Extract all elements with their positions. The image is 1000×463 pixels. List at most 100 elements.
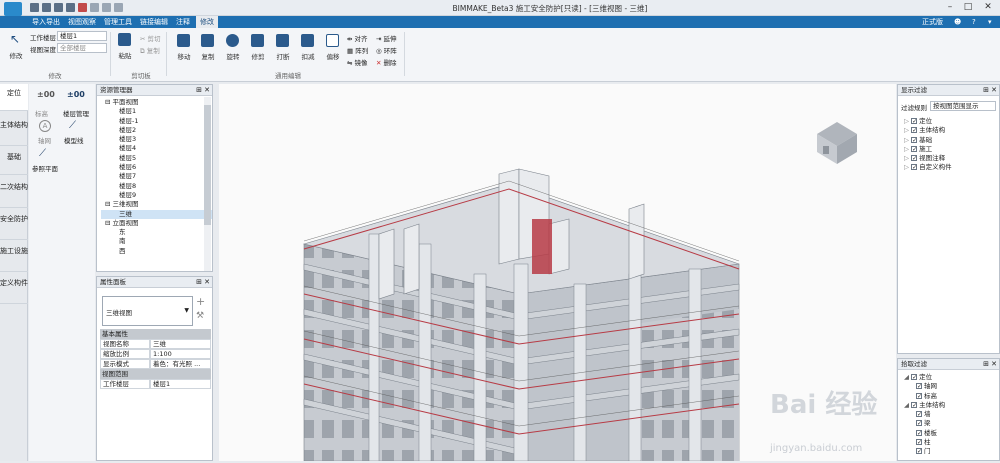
property-value[interactable]: 1:100 — [150, 349, 211, 359]
checkbox[interactable]: ✓ — [916, 439, 922, 446]
align-button[interactable]: ⇹ 对齐 — [347, 33, 368, 43]
tree-item[interactable]: 楼层-1 — [101, 117, 212, 126]
tree-item[interactable]: 西 — [101, 247, 212, 256]
checkbox[interactable]: ✓ — [911, 374, 917, 381]
expand-icon[interactable]: ▷ — [904, 145, 911, 153]
collapse-icon[interactable]: ⊟ — [105, 200, 113, 208]
level-icon[interactable]: ±00 — [37, 90, 55, 99]
undo-icon[interactable] — [90, 3, 99, 12]
app-logo-icon[interactable] — [4, 2, 22, 16]
tab-main-structure[interactable]: 主体结构 — [0, 116, 28, 146]
work-level-select[interactable]: 楼层1 — [57, 31, 107, 41]
close-icon[interactable]: ✕ — [204, 85, 210, 96]
tree-item[interactable]: 楼层3 — [101, 135, 212, 144]
expand-icon[interactable]: ◢ — [904, 373, 911, 381]
type-selector[interactable]: 三维视图 ▼ — [102, 296, 193, 326]
edit-type-icon[interactable]: ⚒ — [196, 311, 204, 321]
tree-item[interactable]: 楼层5 — [101, 154, 212, 163]
view-cube-icon[interactable] — [817, 122, 857, 164]
property-value[interactable]: 着色：有光照 ... — [150, 359, 211, 369]
checkbox[interactable]: ✓ — [911, 118, 917, 125]
checkbox[interactable]: ✓ — [911, 401, 917, 408]
close-icon[interactable]: ✕ — [991, 85, 997, 96]
pick-filter-item[interactable]: ✓ 轴网 — [904, 382, 999, 391]
offset-icon[interactable] — [326, 34, 339, 47]
close-icon[interactable]: ✕ — [991, 359, 997, 370]
tree-item[interactable]: 楼层6 — [101, 163, 212, 172]
tab-safety-protection[interactable]: 安全防护 — [0, 210, 28, 240]
floor-manage-icon[interactable]: ±00 — [67, 90, 85, 99]
expand-icon[interactable]: ▷ — [904, 154, 911, 162]
modify-button-label[interactable]: 修改 — [4, 50, 28, 60]
tree-folder[interactable]: ⊟ 三维视图 — [101, 200, 212, 209]
save-as-icon[interactable] — [66, 3, 75, 12]
user-icon[interactable]: ☻ — [950, 16, 965, 28]
expand-icon[interactable]: ◢ — [904, 401, 911, 409]
cursor-icon[interactable]: ↖ — [10, 32, 24, 46]
scrollbar[interactable] — [204, 97, 211, 271]
ring-array-button[interactable]: ◎ 环阵 — [376, 45, 397, 55]
pick-filter-item[interactable]: ✓ 梁 — [904, 419, 999, 428]
tree-item[interactable]: 楼层9 — [101, 191, 212, 200]
checkbox[interactable]: ✓ — [916, 420, 922, 427]
pick-filter-item[interactable]: ✓ 墙 — [904, 410, 999, 419]
deduct-icon[interactable] — [301, 34, 314, 47]
copy-label[interactable]: 复制 — [196, 51, 220, 61]
checkbox[interactable]: ✓ — [916, 429, 922, 436]
array-button[interactable]: ▦ 阵列 — [347, 45, 368, 55]
settings-icon[interactable]: ▾ — [984, 16, 996, 28]
trim-icon[interactable] — [251, 34, 264, 47]
cut-button[interactable]: ✂ 剪切 — [140, 33, 161, 43]
tree-item[interactable]: 楼层4 — [101, 144, 212, 153]
checkbox[interactable]: ✓ — [916, 383, 922, 390]
break-icon[interactable] — [276, 34, 289, 47]
expand-icon[interactable]: ▷ — [904, 163, 911, 171]
pick-filter-item[interactable]: ✓ 标高 — [904, 392, 999, 401]
rotate-label[interactable]: 旋转 — [221, 51, 245, 61]
pin-icon[interactable]: ⊞ — [983, 359, 989, 370]
checkbox[interactable]: ✓ — [916, 448, 922, 455]
reference-plane-icon[interactable]: ⟋ — [39, 148, 46, 159]
offset-label[interactable]: 偏移 — [321, 51, 345, 61]
filter-item[interactable]: ▷ ✓ 主体结构 — [904, 126, 999, 135]
pin-icon[interactable]: ⊞ — [983, 85, 989, 96]
mirror-button[interactable]: ⇋ 镜像 — [347, 57, 368, 67]
filter-rule-select[interactable]: 按视图范围显示 — [930, 101, 996, 111]
tab-secondary-structure[interactable]: 二次结构 — [0, 178, 28, 208]
tree-item[interactable]: 三维 — [101, 209, 212, 219]
pick-filter-item[interactable]: ✓ 门 — [904, 447, 999, 456]
tab-construction-facilities[interactable]: 施工设施 — [0, 242, 28, 272]
checkbox[interactable]: ✓ — [916, 392, 922, 399]
help-icon[interactable]: ? — [968, 16, 980, 28]
expand-icon[interactable]: ▷ — [904, 117, 911, 125]
grid-icon[interactable]: A — [39, 120, 51, 132]
tree-item[interactable]: 东 — [101, 228, 212, 237]
selected-element[interactable] — [532, 219, 552, 274]
open-file-icon[interactable] — [42, 3, 51, 12]
tree-item[interactable]: 楼层7 — [101, 172, 212, 181]
checkbox[interactable]: ✓ — [916, 411, 922, 418]
menu-modify[interactable]: 修改 — [196, 16, 218, 28]
tree-folder[interactable]: ⊟ 立面视图 — [101, 219, 212, 228]
filter-item[interactable]: ▷ ✓ 施工 — [904, 145, 999, 154]
refresh-icon[interactable] — [114, 3, 123, 12]
add-type-icon[interactable]: + — [196, 295, 205, 308]
scrollbar-thumb[interactable] — [204, 105, 211, 225]
tab-foundation[interactable]: 基础 — [0, 148, 28, 175]
paste-label[interactable]: 粘贴 — [113, 50, 137, 60]
tab-locate[interactable]: 定位 — [0, 84, 28, 111]
new-file-icon[interactable] — [30, 3, 39, 12]
copy-small-button[interactable]: ⧉ 复制 — [140, 45, 160, 56]
trim-label[interactable]: 修剪 — [246, 51, 270, 61]
floor-manage-label[interactable]: 楼层管理 — [63, 108, 89, 118]
maximize-button[interactable]: □ — [961, 1, 975, 13]
collapse-icon[interactable]: ⊟ — [105, 219, 113, 227]
menu-import-export[interactable]: 导入导出 — [28, 16, 64, 28]
pick-filter-item[interactable]: ✓ 柱 — [904, 438, 999, 447]
move-label[interactable]: 移动 — [172, 51, 196, 61]
move-icon[interactable] — [177, 34, 190, 47]
property-value[interactable]: 楼层1 — [150, 379, 211, 389]
checkbox[interactable]: ✓ — [911, 155, 917, 162]
tree-item[interactable]: 楼层1 — [101, 107, 212, 116]
expand-icon[interactable]: ▷ — [904, 126, 911, 134]
